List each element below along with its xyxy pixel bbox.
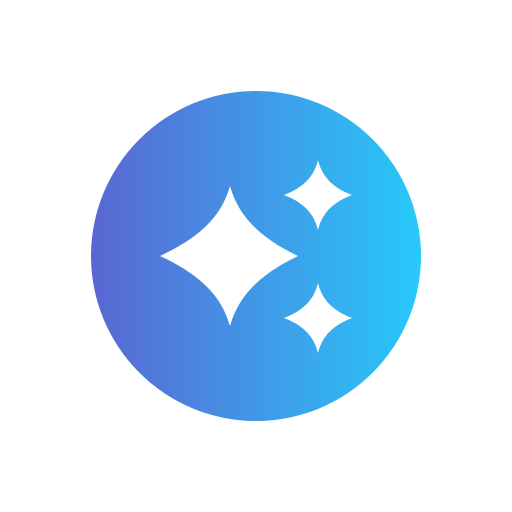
app-icon-canvas — [0, 0, 512, 512]
sparkles-app-icon — [91, 91, 421, 421]
